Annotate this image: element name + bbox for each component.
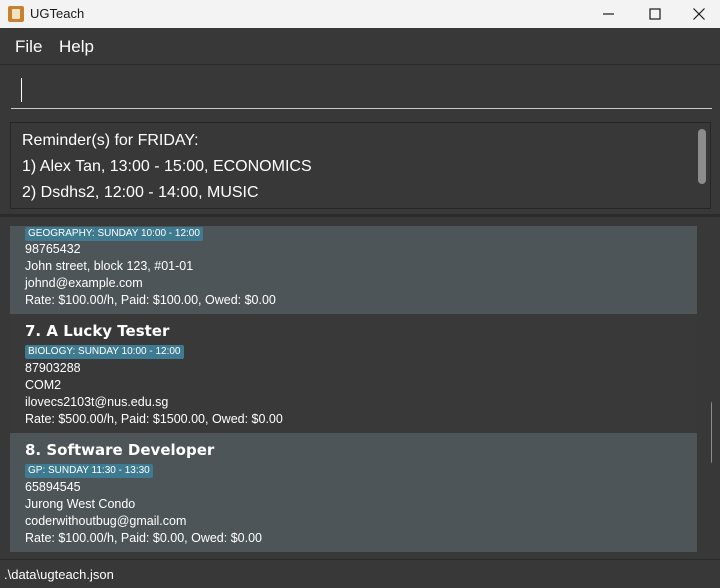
command-input[interactable]	[11, 73, 712, 109]
student-address: John street, block 123, #01-01	[25, 259, 194, 273]
student-email: coderwithoutbug@gmail.com	[25, 514, 187, 528]
list-scrollbar[interactable]	[711, 400, 712, 465]
status-bar: .\data\ugteach.json	[0, 559, 720, 588]
student-phone: 98765432	[25, 242, 81, 256]
save-location: .\data\ugteach.json	[4, 567, 114, 582]
title-bar: UGTeach	[0, 0, 720, 28]
student-phone: 87903288	[25, 361, 81, 375]
student-email: ilovecs2103t@nus.edu.sg	[25, 395, 169, 409]
result-line: 1) Alex Tan, 13:00 - 15:00, ECONOMICS	[22, 158, 312, 175]
text-caret	[21, 78, 22, 102]
student-phone: 65894545	[25, 480, 81, 494]
menu-bar: File Help	[0, 28, 720, 64]
result-scrollbar[interactable]	[698, 129, 706, 184]
menu-file[interactable]: File	[15, 37, 42, 57]
result-line: 2) Dsdhs2, 12:00 - 14:00, MUSIC	[22, 184, 259, 201]
student-payment: Rate: $500.00/h, Paid: $1500.00, Owed: $…	[25, 412, 283, 426]
student-card[interactable]: 7. A Lucky Tester BIOLOGY: SUNDAY 10:00 …	[10, 314, 697, 433]
result-line: Reminder(s) for FRIDAY:	[22, 132, 199, 149]
result-display[interactable]: Reminder(s) for FRIDAY: 1) Alex Tan, 13:…	[10, 122, 711, 209]
panel-divider[interactable]	[0, 214, 720, 217]
maximize-button[interactable]	[632, 0, 678, 28]
maximize-icon	[649, 8, 661, 20]
lesson-tag: BIOLOGY: SUNDAY 10:00 - 12:00	[25, 345, 184, 359]
student-card[interactable]: 8. Software Developer GP: SUNDAY 11:30 -…	[10, 433, 697, 552]
student-list[interactable]: GEOGRAPHY: SUNDAY 10:00 - 12:00 98765432…	[10, 226, 712, 552]
window-title: UGTeach	[30, 6, 85, 21]
student-name: 7. A Lucky Tester	[25, 322, 170, 340]
close-button[interactable]	[676, 0, 720, 28]
lesson-tag: GP: SUNDAY 11:30 - 13:30	[25, 464, 153, 478]
command-box	[0, 64, 720, 117]
close-icon	[693, 8, 705, 20]
student-payment: Rate: $100.00/h, Paid: $100.00, Owed: $0…	[25, 293, 276, 307]
student-payment: Rate: $100.00/h, Paid: $0.00, Owed: $0.0…	[25, 531, 262, 545]
student-name: 8. Software Developer	[25, 441, 215, 459]
minimize-icon	[603, 13, 614, 15]
student-email: johnd@example.com	[25, 276, 143, 290]
minimize-button[interactable]	[586, 0, 632, 28]
app-icon	[8, 6, 24, 22]
lesson-tag: GEOGRAPHY: SUNDAY 10:00 - 12:00	[25, 227, 203, 241]
student-address: Jurong West Condo	[25, 497, 136, 511]
menu-help[interactable]: Help	[59, 37, 94, 57]
student-address: COM2	[25, 378, 62, 392]
